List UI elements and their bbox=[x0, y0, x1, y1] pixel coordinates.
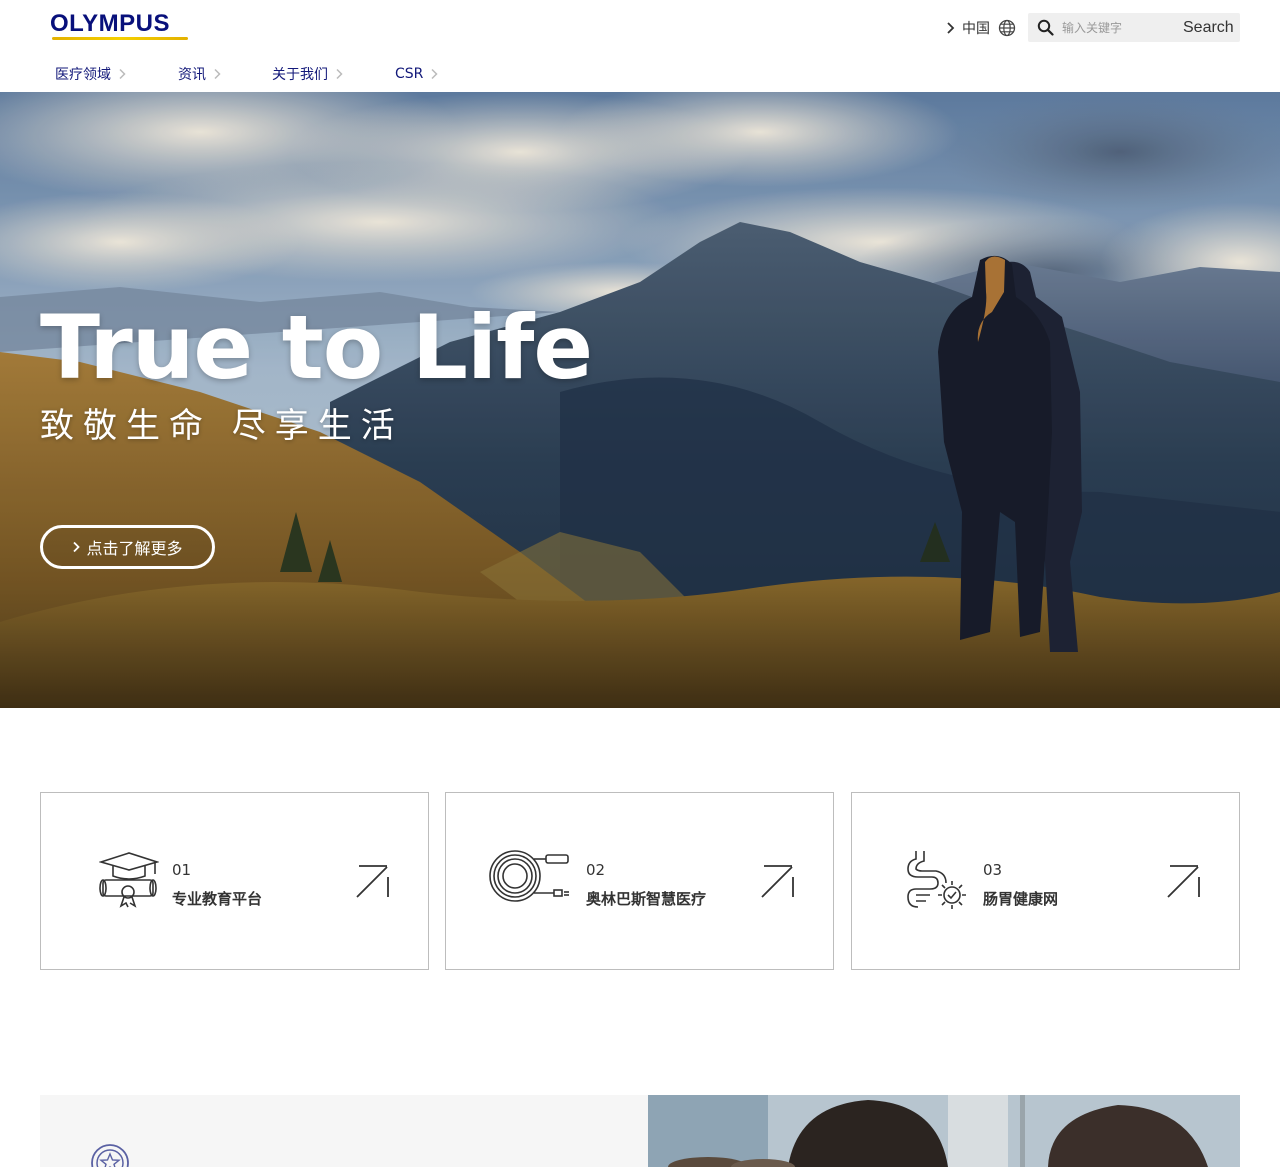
hero-subtitle: 致敬生命 尽享生活 bbox=[40, 406, 404, 446]
region-label: 中国 bbox=[962, 21, 990, 37]
star-badge-icon bbox=[91, 1144, 129, 1167]
feature-panel bbox=[40, 1095, 648, 1167]
card-label: 专业教育平台 bbox=[172, 890, 263, 908]
feature-photo bbox=[648, 1095, 1240, 1167]
nav-item-news[interactable]: 资讯 bbox=[178, 62, 221, 86]
nav-item-label: 关于我们 bbox=[272, 67, 328, 83]
card-number: 03 bbox=[983, 861, 1003, 879]
chevron-right-icon bbox=[947, 22, 955, 34]
logo-underline bbox=[52, 37, 188, 40]
site-header: OLYMPUS 中国 Search 医疗领域 资讯 关 bbox=[0, 0, 1280, 92]
chevron-right-icon bbox=[336, 68, 343, 80]
arrow-up-right-icon bbox=[1167, 865, 1200, 898]
learn-more-label: 点击了解更多 bbox=[86, 539, 183, 558]
card-smart-healthcare[interactable]: 02 奥林巴斯智慧医疗 bbox=[445, 792, 834, 970]
card-label: 肠胃健康网 bbox=[983, 890, 1059, 908]
nav-item-label: 资讯 bbox=[178, 67, 206, 83]
arrow-up-right-icon bbox=[356, 865, 389, 898]
nav-item-label: 医疗领域 bbox=[55, 67, 111, 83]
chevron-right-icon bbox=[119, 68, 126, 80]
chevron-right-icon bbox=[431, 68, 438, 80]
hero-banner: True to Life 致敬生命 尽享生活 点击了解更多 bbox=[0, 92, 1280, 708]
card-number: 02 bbox=[586, 861, 606, 879]
hero-title: True to Life bbox=[40, 296, 593, 399]
people-photo bbox=[648, 1095, 1240, 1167]
search-icon[interactable] bbox=[1037, 19, 1054, 36]
nav-item-about[interactable]: 关于我们 bbox=[272, 62, 343, 86]
search-input[interactable] bbox=[1062, 17, 1172, 38]
nav-item-medical[interactable]: 医疗领域 bbox=[55, 62, 126, 86]
arrow-up-right-icon bbox=[761, 865, 794, 898]
nav-item-label: CSR bbox=[395, 66, 424, 82]
intestine-gear-icon bbox=[907, 851, 966, 909]
region-selector[interactable]: 中国 bbox=[944, 17, 1016, 39]
endoscope-coil-icon bbox=[489, 850, 569, 902]
nav-item-csr[interactable]: CSR bbox=[395, 62, 438, 86]
graduation-cap-diploma-icon bbox=[99, 852, 159, 908]
learn-more-button[interactable]: 点击了解更多 bbox=[40, 525, 215, 569]
card-label: 奥林巴斯智慧医疗 bbox=[586, 890, 707, 908]
hero-background-image bbox=[0, 92, 1280, 708]
logo-wordmark: OLYMPUS bbox=[50, 10, 170, 37]
card-number: 01 bbox=[172, 861, 192, 879]
globe-icon bbox=[998, 19, 1016, 37]
search-button[interactable]: Search bbox=[1183, 18, 1234, 38]
chevron-right-icon bbox=[214, 68, 221, 80]
card-gi-health[interactable]: 03 肠胃健康网 bbox=[851, 792, 1240, 970]
chevron-right-icon bbox=[73, 541, 81, 553]
olympus-logo[interactable]: OLYMPUS bbox=[50, 12, 190, 42]
card-education-platform[interactable]: 01 专业教育平台 bbox=[40, 792, 429, 970]
